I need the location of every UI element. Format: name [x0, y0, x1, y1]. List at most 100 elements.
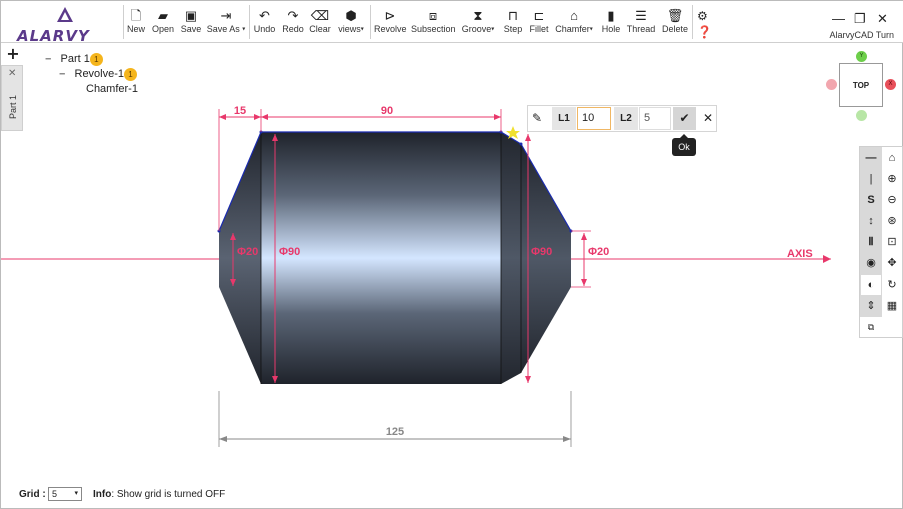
gear-icon[interactable]: ⚙ — [697, 9, 708, 23]
new-button[interactable]: 🗋 New — [125, 7, 147, 39]
count-badge: 1 — [124, 68, 138, 81]
thread-button[interactable]: ☰ Thread — [626, 7, 656, 39]
eye-icon[interactable]: ◉ — [861, 253, 881, 273]
l1-input[interactable]: 10 — [577, 107, 611, 130]
edit-chamfer-icon[interactable]: ✎ — [532, 111, 542, 125]
dim-arrow — [261, 114, 268, 120]
info-message: Info: Show grid is turned OFF — [93, 489, 226, 500]
dim-label-15: 15 — [234, 105, 246, 117]
add-part-button[interactable]: + — [4, 45, 22, 63]
l1-label: L1 — [552, 107, 576, 130]
chamfer-face — [501, 132, 521, 384]
check-icon: ✔ — [679, 111, 690, 125]
vertical-arrow-icon[interactable]: ↕ — [861, 211, 881, 231]
chamfer-button[interactable]: ⌂ Chamfer▾ — [554, 7, 594, 39]
tree-item-revolve[interactable]: − Revolve-1 1 — [59, 68, 138, 81]
revolve-button[interactable]: ⊳ Revolve — [374, 7, 407, 39]
clear-label: Clear — [309, 24, 331, 34]
dim-arrow — [272, 376, 278, 383]
chamfer-icon: ⌂ — [570, 8, 578, 23]
help-icon[interactable]: ❓ — [697, 25, 712, 39]
clear-button[interactable]: ⌫ Clear — [308, 7, 332, 39]
mouse-icon[interactable]: ⌂ — [882, 148, 902, 168]
dim-arrow — [230, 233, 236, 240]
fillet-label: Fillet — [529, 24, 549, 34]
toolbar-divider — [123, 5, 124, 39]
x-neg-axis-dot[interactable] — [826, 79, 837, 90]
dim-arrow — [581, 279, 587, 286]
y-axis-dot[interactable]: Y — [856, 51, 867, 62]
layers-icon[interactable]: ⧉ — [861, 317, 881, 337]
views-button[interactable]: ⬢ views▾ — [335, 7, 367, 39]
tree-item-part[interactable]: − Part 11 — [45, 53, 103, 66]
contrast-icon[interactable]: ◐ — [861, 275, 881, 295]
i-beam-icon[interactable]: Ⅱ — [861, 232, 881, 252]
subsection-button[interactable]: ⧈ Subsection — [411, 7, 456, 39]
zoom-in-icon[interactable]: ⊕ — [882, 169, 902, 189]
close-part-icon[interactable]: ✕ — [8, 68, 16, 79]
pan-icon[interactable]: ✥ — [882, 253, 902, 273]
dim-arrow — [525, 134, 531, 141]
hole-button[interactable]: ▮ Hole — [600, 7, 622, 39]
restore-icon[interactable]: ❐ — [854, 11, 866, 27]
y-neg-axis-dot[interactable] — [856, 110, 867, 121]
export-icon: ⇥ — [220, 8, 232, 23]
thread-label: Thread — [626, 24, 656, 34]
tree-item-chamfer[interactable]: Chamfer-1 — [86, 83, 138, 95]
save-as-button[interactable]: ⇥ Save As ▾ — [206, 7, 246, 39]
undo-icon: ↶ — [259, 8, 270, 23]
dim-arrow — [219, 436, 227, 442]
zoom-fit-icon[interactable]: ⊛ — [882, 211, 902, 231]
step-icon: ⊓ — [507, 8, 519, 23]
redo-icon: ↷ — [287, 8, 299, 23]
vertex-dot — [217, 229, 221, 233]
groove-button[interactable]: ⧗ Groove▾ — [459, 7, 497, 39]
chevron-down-icon: ▾ — [74, 490, 78, 497]
open-button[interactable]: ▰ Open — [150, 7, 176, 39]
view-cube[interactable]: TOP — [839, 63, 883, 107]
collapse-icon[interactable]: − — [45, 53, 51, 65]
sketch-view-toolbar: — | S ↕ Ⅱ ◉ ◐ ⇕ ⧉ ⌂ ⊕ ⊖ ⊛ ⊡ ✥ ↻ ▦ — [859, 146, 903, 338]
sort-icon[interactable]: ⇕ — [861, 296, 881, 316]
l2-input[interactable]: 5 — [639, 107, 671, 130]
vertical-line-icon[interactable]: | — [861, 169, 881, 189]
spline-icon[interactable]: S — [861, 190, 881, 210]
fillet-button[interactable]: ⊏ Fillet — [528, 7, 550, 39]
horizontal-line-icon[interactable]: — — [861, 148, 881, 168]
grid-icon[interactable]: ▦ — [882, 296, 902, 316]
redo-label: Redo — [282, 24, 304, 34]
file-icon: 🗋 — [130, 8, 142, 23]
eraser-icon: ⌫ — [310, 8, 330, 23]
dim-label-dia-left-small: Φ20 — [237, 246, 258, 258]
dim-label-dia-right-big: Φ90 — [531, 246, 552, 258]
groove-label: Groove▾ — [461, 24, 495, 34]
rotate-icon[interactable]: ↻ — [882, 275, 902, 295]
dim-arrow — [581, 233, 587, 240]
dim-arrow — [272, 134, 278, 141]
right-cone-face — [521, 144, 571, 373]
minimize-icon[interactable]: — — [832, 11, 845, 26]
part-tab[interactable]: ✕ Part 1 — [1, 65, 23, 131]
zoom-window-icon[interactable]: ⊡ — [882, 232, 902, 252]
axis-label: AXIS — [787, 248, 813, 260]
chamfer-length-popup: ✎ L1 10 L2 5 ✔ ✕ — [527, 105, 717, 132]
grid-select[interactable]: 5 ▾ — [48, 487, 82, 501]
tree-item-label: Part 1 — [60, 53, 90, 66]
app-window: ALARVY 🗋 New ▰ Open ▣ Save ⇥ Save As ▾ ↶… — [0, 0, 903, 509]
close-icon: ✕ — [702, 111, 714, 125]
collapse-icon[interactable]: − — [59, 68, 65, 80]
x-axis-dot[interactable]: X — [885, 79, 896, 90]
ok-check-button[interactable]: ✔ — [673, 107, 696, 130]
save-icon: ▣ — [184, 8, 198, 23]
step-button[interactable]: ⊓ Step — [502, 7, 524, 39]
save-button[interactable]: ▣ Save — [179, 7, 203, 39]
zoom-out-icon[interactable]: ⊖ — [882, 190, 902, 210]
close-window-icon[interactable]: ✕ — [877, 11, 888, 27]
hole-icon: ▮ — [607, 8, 615, 23]
undo-button[interactable]: ↶ Undo — [252, 7, 277, 39]
toolbar-divider — [249, 5, 250, 39]
trash-icon: 🗑 — [666, 8, 684, 23]
delete-button[interactable]: 🗑 Delete — [661, 7, 689, 39]
redo-button[interactable]: ↷ Redo — [281, 7, 305, 39]
close-popup-button[interactable]: ✕ — [700, 108, 716, 129]
